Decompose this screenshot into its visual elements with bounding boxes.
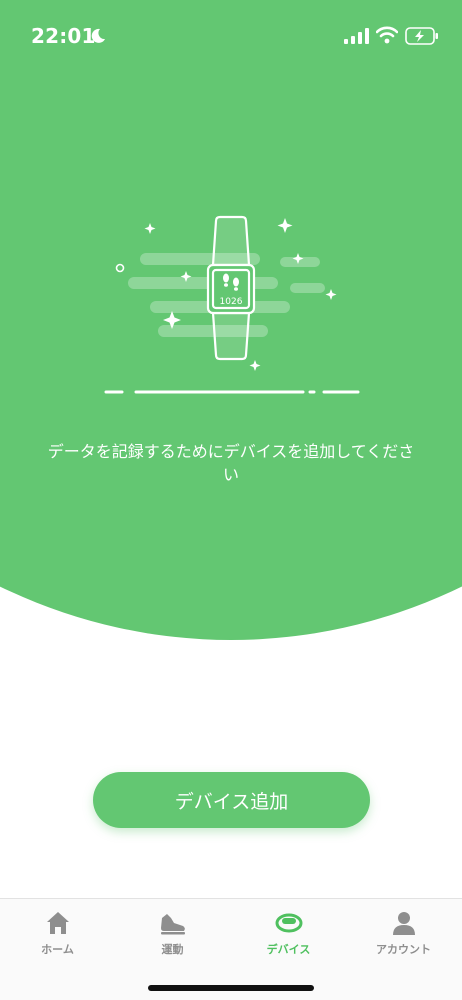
tab-account[interactable]: アカウント: [346, 899, 461, 971]
band-device-icon: [275, 913, 302, 933]
empty-state-message: データを記録するためにデバイスを追加してください: [47, 442, 415, 484]
wifi-icon: [376, 26, 398, 44]
person-icon: [392, 912, 415, 935]
status-time: 22:01: [31, 24, 96, 48]
tab-exercise-label: 運動: [161, 943, 184, 956]
tab-home[interactable]: ホーム: [0, 899, 115, 971]
home-indicator: [148, 985, 314, 991]
device-step-count: 1026: [220, 297, 243, 307]
band-illustration: 1026: [104, 215, 360, 394]
battery-charging-icon: [405, 27, 438, 45]
cellular-signal-icon: [344, 28, 369, 44]
tab-account-label: アカウント: [376, 943, 431, 956]
sneaker-icon: [160, 914, 185, 935]
band-device: [206, 215, 256, 361]
moon-icon: [91, 28, 105, 43]
tab-device[interactable]: デバイス: [231, 899, 346, 971]
status-bar: 22:01: [0, 0, 462, 70]
tab-home-label: ホーム: [41, 943, 74, 956]
tab-exercise[interactable]: 運動: [115, 899, 230, 971]
home-icon: [46, 912, 69, 934]
tab-device-label: デバイス: [266, 943, 311, 956]
add-device-button[interactable]: デバイス追加: [93, 772, 370, 828]
